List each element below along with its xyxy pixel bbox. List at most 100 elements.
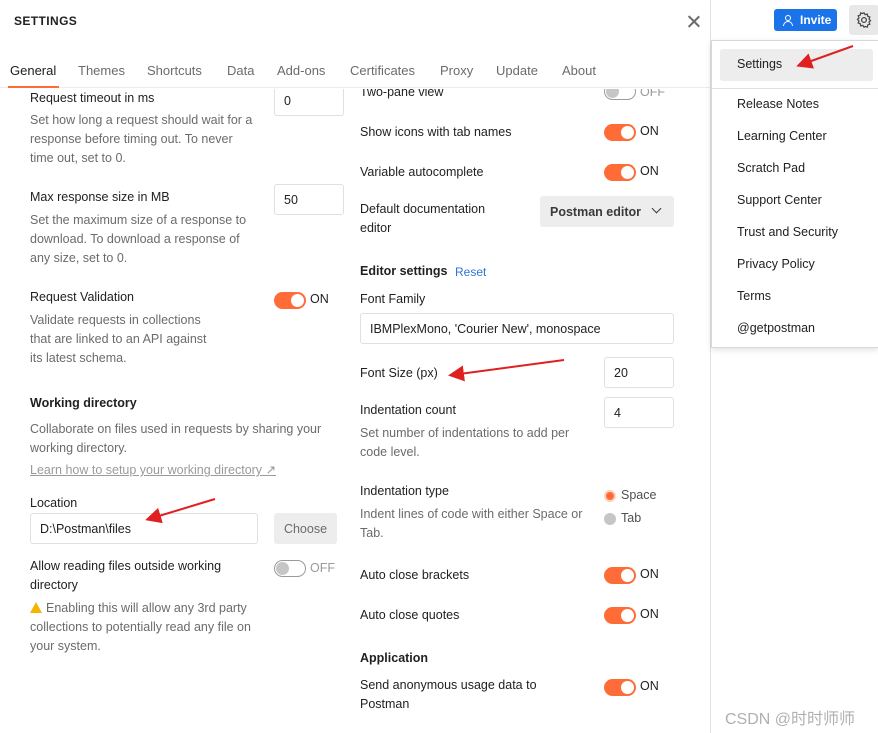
two-pane-state: OFF (640, 89, 665, 99)
location-input[interactable]: D:\Postman\files (30, 513, 258, 544)
allow-reading-label: Allow reading files outside working dire… (30, 559, 222, 592)
working-directory-desc: Collaborate on files used in requests by… (30, 422, 322, 455)
indentation-type-desc: Indent lines of code with either Space o… (360, 507, 583, 540)
tab-data[interactable]: Data (227, 63, 254, 78)
variable-autocomplete-label: Variable autocomplete (360, 165, 484, 179)
max-response-input[interactable]: 50 (274, 184, 344, 215)
auto-close-brackets-toggle[interactable] (604, 567, 636, 584)
font-family-value: IBMPlexMono, 'Courier New', monospace (370, 321, 601, 336)
font-size-input[interactable]: 20 (604, 357, 674, 388)
add-person-icon (783, 14, 794, 26)
auto-close-quotes-state: ON (640, 607, 659, 621)
max-response-desc: Set the maximum size of a response to do… (30, 213, 247, 265)
editor-settings-heading: Editor settings (360, 264, 448, 278)
settings-content: Request timeout in ms Set how long a req… (0, 89, 710, 733)
menu-item-settings-label: Settings (737, 57, 783, 71)
active-tab-indicator (8, 86, 59, 88)
settings-menu: Settings Release Notes Learning Center S… (711, 40, 878, 348)
show-icons-label: Show icons with tab names (360, 125, 512, 139)
menu-item-getpostman[interactable]: @getpostman (737, 321, 815, 335)
show-icons-state: ON (640, 124, 659, 138)
settings-modal: SETTINGS General Themes Shortcuts Data A… (0, 0, 711, 733)
close-icon[interactable] (684, 12, 704, 32)
application-heading: Application (360, 651, 429, 665)
menu-divider (712, 88, 878, 89)
allow-reading-state: OFF (310, 561, 335, 575)
choose-button[interactable]: Choose (274, 513, 337, 544)
tab-shortcuts[interactable]: Shortcuts (147, 63, 202, 78)
modal-title: SETTINGS (14, 14, 78, 28)
request-validation-toggle[interactable] (274, 292, 306, 309)
indentation-count-input[interactable]: 4 (604, 397, 674, 428)
send-usage-label: Send anonymous usage data to Postman (360, 678, 537, 711)
allow-reading-toggle[interactable] (274, 560, 306, 577)
default-doc-editor-label: Default documentation editor (360, 202, 486, 235)
warning-icon (30, 602, 42, 613)
font-size-label: Font Size (px) (360, 366, 438, 380)
indentation-count-label: Indentation count (360, 403, 456, 417)
tab-update[interactable]: Update (496, 63, 538, 78)
tab-proxy[interactable]: Proxy (440, 63, 473, 78)
settings-tabs: General Themes Shortcuts Data Add-ons Ce… (0, 58, 710, 88)
request-timeout-desc: Set how long a request should wait for a… (30, 113, 253, 165)
invite-button[interactable]: Invite (774, 9, 837, 31)
variable-autocomplete-toggle[interactable] (604, 164, 636, 181)
auto-close-quotes-label: Auto close quotes (360, 608, 460, 622)
tab-certificates[interactable]: Certificates (350, 63, 415, 78)
indentation-count-value: 4 (614, 405, 621, 420)
working-directory-link[interactable]: Learn how to setup your working director… (30, 462, 276, 477)
indentation-tab-label: Tab (621, 511, 642, 525)
tab-themes[interactable]: Themes (78, 63, 125, 78)
allow-reading-warning-text: Enabling this will allow any 3rd party c… (30, 601, 251, 653)
default-doc-editor-value: Postman editor (550, 204, 641, 219)
indentation-type-label: Indentation type (360, 484, 449, 498)
indentation-count-desc: Set number of indentations to add per co… (360, 426, 570, 459)
menu-item-settings[interactable]: Settings (720, 49, 873, 81)
indentation-space-radio[interactable] (604, 490, 616, 502)
send-usage-state: ON (640, 679, 659, 693)
tab-general[interactable]: General (10, 63, 56, 78)
variable-autocomplete-state: ON (640, 164, 659, 178)
indentation-space-label: Space (621, 488, 657, 502)
font-family-input[interactable]: IBMPlexMono, 'Courier New', monospace (360, 313, 674, 344)
font-family-label: Font Family (360, 292, 426, 306)
location-value: D:\Postman\files (40, 521, 132, 536)
invite-label: Invite (800, 13, 832, 27)
editor-settings-reset-link[interactable]: Reset (455, 265, 486, 279)
two-pane-toggle[interactable] (604, 89, 636, 100)
menu-item-trust-and-security[interactable]: Trust and Security (737, 225, 838, 239)
watermark: CSDN @时时师师 (725, 711, 856, 728)
settings-gear-button[interactable] (849, 5, 878, 35)
allow-reading-warning: Enabling this will allow any 3rd party c… (30, 599, 258, 656)
menu-item-support-center[interactable]: Support Center (737, 193, 822, 207)
max-response-value: 50 (284, 192, 298, 207)
request-validation-desc: Validate requests in collections that ar… (30, 313, 207, 365)
auto-close-quotes-toggle[interactable] (604, 607, 636, 624)
menu-item-release-notes[interactable]: Release Notes (737, 97, 819, 111)
menu-item-scratch-pad[interactable]: Scratch Pad (737, 161, 805, 175)
send-usage-toggle[interactable] (604, 679, 636, 696)
font-size-value: 20 (614, 365, 628, 380)
tab-add-ons[interactable]: Add-ons (277, 63, 325, 78)
request-validation-state: ON (310, 292, 329, 306)
tab-about[interactable]: About (562, 63, 596, 78)
indentation-tab-radio[interactable] (604, 513, 616, 525)
show-icons-toggle[interactable] (604, 124, 636, 141)
request-timeout-label: Request timeout in ms (30, 91, 155, 105)
menu-item-terms[interactable]: Terms (737, 289, 771, 303)
modal-header: SETTINGS (0, 0, 710, 44)
request-timeout-input[interactable]: 0 (274, 89, 344, 116)
menu-item-privacy-policy[interactable]: Privacy Policy (737, 257, 815, 271)
auto-close-brackets-state: ON (640, 567, 659, 581)
location-label: Location (30, 496, 78, 510)
gear-icon (856, 12, 872, 28)
auto-close-brackets-label: Auto close brackets (360, 568, 470, 582)
default-doc-editor-dropdown[interactable]: Postman editor (540, 196, 674, 227)
two-pane-label: Two-pane view (360, 89, 444, 99)
menu-item-learning-center[interactable]: Learning Center (737, 129, 827, 143)
request-timeout-value: 0 (284, 93, 291, 108)
max-response-label: Max response size in MB (30, 190, 170, 204)
working-directory-heading: Working directory (30, 396, 137, 410)
chevron-down-icon (651, 203, 662, 214)
request-validation-label: Request Validation (30, 290, 135, 304)
